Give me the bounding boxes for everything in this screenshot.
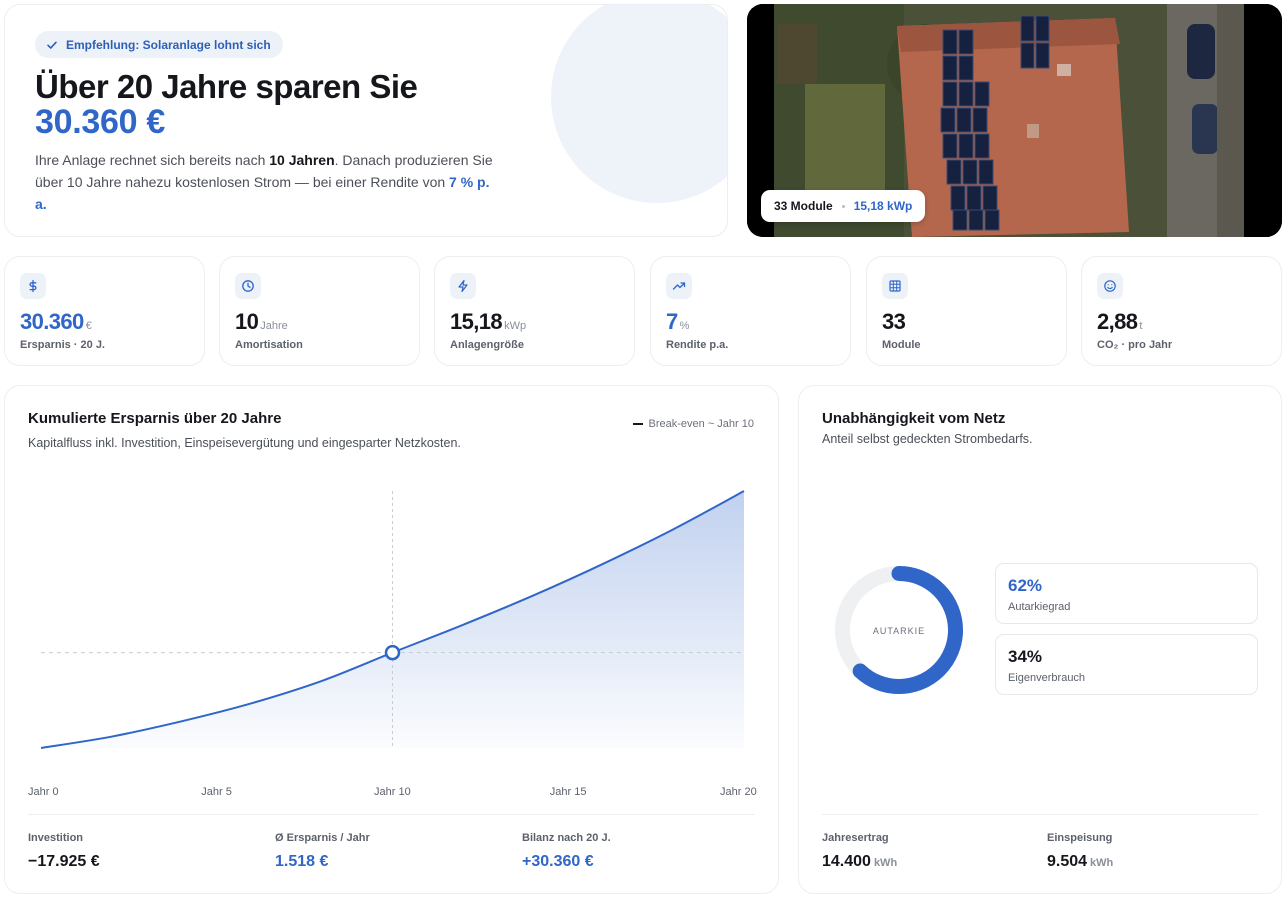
stat-avg-savings: Ø Ersparnis / Jahr 1.518 € <box>275 832 370 871</box>
autarky-donut: AUTARKIE <box>835 566 963 694</box>
stat-value: 14.400 <box>822 853 871 870</box>
savings-chart-card: Kumulierte Ersparnis über 20 Jahre Kapit… <box>4 385 779 894</box>
x-tick-label: Jahr 10 <box>374 786 411 798</box>
card-title: Unabhängigkeit vom Netz <box>822 410 1006 427</box>
bolt-icon <box>450 273 476 299</box>
autarky-pill: 62% Autarkiegrad <box>995 563 1258 624</box>
card-subtitle: Anteil selbst gedeckten Strombedarfs. <box>822 432 1033 446</box>
kpi-label: Anlagengröße <box>450 339 524 351</box>
hero-description: Ihre Anlage rechnet sich bereits nach 10… <box>35 152 493 212</box>
stat-annual-yield: Jahresertrag 14.400 kWh <box>822 832 897 871</box>
stat-value: +30.360 € <box>522 853 594 870</box>
chart-subtitle: Kapitalfluss inkl. Investition, Einspeis… <box>28 436 461 450</box>
legend-label: Break-even ~ Jahr 10 <box>648 418 754 430</box>
smile-icon <box>1097 273 1123 299</box>
kpi-value: 10 <box>235 309 259 334</box>
kpi-card-system-size: 15,18 kWp Anlagengröße <box>434 256 635 366</box>
grid-icon <box>882 273 908 299</box>
divider <box>28 814 755 815</box>
kpi-label: Amortisation <box>235 339 303 351</box>
kpi-unit: t <box>1139 320 1143 332</box>
stat-value: 1.518 € <box>275 853 329 870</box>
kpi-value: 7 <box>666 309 678 334</box>
stat-value: 9.504 <box>1047 853 1088 870</box>
stat-label: Jahresertrag <box>822 832 889 844</box>
kpi-unit: kWp <box>504 320 527 332</box>
trend-up-icon <box>666 273 692 299</box>
stat-label: Einspeisung <box>1047 832 1113 844</box>
kpi-label: CO₂ · pro Jahr <box>1097 339 1173 351</box>
grid-independence-card: Unabhängigkeit vom Netz Anteil selbst ge… <box>798 385 1282 894</box>
kpi-card-amortisation: 10 Jahre Amortisation <box>219 256 420 366</box>
hero-title: Über 20 Jahre sparen Sie <box>35 68 418 105</box>
system-size-chip: 33 Module 15,18 kWp <box>761 190 926 222</box>
stat-label: Ø Ersparnis / Jahr <box>275 832 370 844</box>
kpi-card-return: 7% Rendite p.a. <box>650 256 851 366</box>
stat-unit: kWh <box>1090 857 1114 869</box>
kpi-unit: Jahre <box>260 320 288 332</box>
chart-legend: Break-even ~ Jahr 10 <box>632 418 754 430</box>
kpi-card-co2: 2,88 t CO₂ · pro Jahr <box>1081 256 1282 366</box>
kpi-value: 33 <box>882 309 906 334</box>
self-consumption-pill: 34% Eigenverbrauch <box>995 634 1258 695</box>
x-tick-label: Jahr 15 <box>549 786 587 798</box>
divider <box>822 814 1258 815</box>
module-count: 33 Module <box>774 199 833 213</box>
roof-aerial-photo: 33 Module 15,18 kWp <box>747 4 1282 237</box>
decorative-circle <box>551 5 727 203</box>
x-tick-label: Jahr 0 <box>28 786 59 798</box>
clock-icon <box>235 273 261 299</box>
kpi-unit: € <box>85 320 92 332</box>
donut-label: AUTARKIE <box>873 626 925 636</box>
dollar-icon <box>20 273 46 299</box>
legend-swatch <box>632 423 643 425</box>
self-consumption-value: 34% <box>1008 647 1043 666</box>
kpi-unit: % <box>679 320 690 332</box>
check-icon <box>47 41 57 49</box>
stat-label: Investition <box>28 832 84 844</box>
kpi-label: Ersparnis · 20 J. <box>20 339 105 351</box>
kpi-label: Rendite p.a. <box>666 339 729 351</box>
kpi-card-modules: 33 Module <box>866 256 1067 366</box>
hero-amount: 30.360 € <box>35 103 165 141</box>
kpi-label: Module <box>882 339 921 351</box>
kpi-card-savings: 30.360 € Ersparnis · 20 J. <box>4 256 205 366</box>
kpi-value: 2,88 <box>1097 309 1138 334</box>
recommendation-badge: Empfehlung: Solaranlage lohnt sich <box>35 31 283 58</box>
kpi-value: 15,18 <box>450 309 503 334</box>
stat-balance: Bilanz nach 20 J. +30.360 € <box>522 832 611 871</box>
separator-dot <box>841 204 845 208</box>
x-tick-label: Jahr 5 <box>201 786 232 798</box>
badge-label: Empfehlung: Solaranlage lohnt sich <box>66 37 271 52</box>
kpi-value: 30.360 <box>20 309 84 334</box>
chart-title: Kumulierte Ersparnis über 20 Jahre <box>28 410 282 427</box>
stat-feed-in: Einspeisung 9.504 kWh <box>1047 832 1113 871</box>
stat-label: Bilanz nach 20 J. <box>522 832 611 844</box>
stat-value: −17.925 € <box>28 853 100 870</box>
hero-card: Empfehlung: Solaranlage lohnt sich Über … <box>4 4 728 237</box>
kwp-value: 15,18 kWp <box>853 199 913 213</box>
self-consumption-label: Eigenverbrauch <box>1008 672 1086 684</box>
savings-area-chart <box>40 490 745 749</box>
stat-investment: Investition −17.925 € <box>28 832 100 871</box>
break-even-point <box>384 644 401 661</box>
autarky-value: 62% <box>1008 576 1043 595</box>
autarky-label: Autarkiegrad <box>1008 601 1071 613</box>
x-tick-label: Jahr 20 <box>720 786 757 798</box>
stat-unit: kWh <box>873 857 898 869</box>
